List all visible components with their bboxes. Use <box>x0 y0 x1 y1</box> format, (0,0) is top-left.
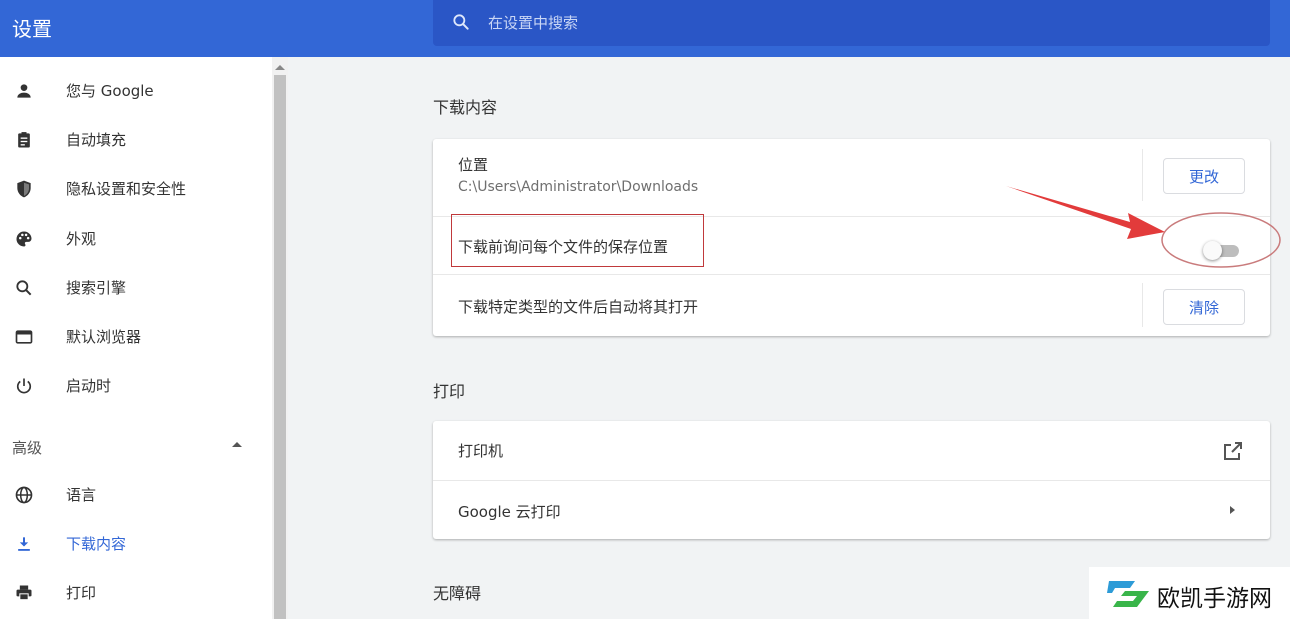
sidebar-item-label: 您与 Google <box>66 82 154 100</box>
sidebar-item-downloads[interactable]: 下载内容 <box>0 524 272 564</box>
annotation-highlight-box <box>451 214 704 267</box>
sidebar-item-label: 默认浏览器 <box>66 328 142 346</box>
divider <box>1142 149 1143 201</box>
sidebar-item-printing[interactable]: 打印 <box>0 573 272 613</box>
sidebar-item-on-startup[interactable]: 启动时 <box>0 366 272 406</box>
sidebar-item-autofill[interactable]: 自动填充 <box>0 120 272 160</box>
person-icon <box>17 84 31 98</box>
sidebar-item-languages[interactable]: 语言 <box>0 475 272 515</box>
sidebar-item-label: 启动时 <box>66 377 112 395</box>
power-icon <box>16 378 32 394</box>
sidebar-item-search-engine[interactable]: 搜索引擎 <box>0 268 272 308</box>
change-location-button[interactable]: 更改 <box>1163 158 1245 194</box>
scrollbar-thumb[interactable] <box>274 75 286 619</box>
divider <box>433 274 1270 275</box>
sidebar-item-label: 打印 <box>66 584 97 602</box>
search-icon <box>16 280 32 296</box>
sidebar-item-label: 自动填充 <box>66 131 127 149</box>
sidebar-item-default-browser[interactable]: 默认浏览器 <box>0 317 272 357</box>
accessibility-section-title: 无障碍 <box>433 584 482 603</box>
search-input[interactable]: 在设置中搜索 <box>488 12 578 33</box>
sidebar-item-label: 隐私设置和安全性 <box>66 180 187 198</box>
download-icon <box>18 537 30 551</box>
watermark-logo-icon <box>1107 581 1149 607</box>
watermark: 欧凯手游网 <box>1089 567 1290 619</box>
printer-icon <box>16 585 32 601</box>
google-cloud-print-row[interactable]: Google 云打印 <box>458 501 561 522</box>
divider <box>433 480 1270 481</box>
printing-card: 打印机 Google 云打印 <box>433 421 1270 539</box>
sidebar-item-privacy[interactable]: 隐私设置和安全性 <box>0 169 272 209</box>
sidebar-item-label: 搜索引擎 <box>66 279 127 297</box>
sidebar-scrollbar[interactable] <box>272 57 288 619</box>
chevron-right-icon[interactable] <box>1230 506 1235 514</box>
watermark-text: 欧凯手游网 <box>1157 586 1272 612</box>
sidebar: 您与 Google 自动填充 隐私设置和安全性 外观 搜索引擎 默认浏览器 启动… <box>0 57 272 619</box>
location-path: C:\Users\Administrator\Downloads <box>458 179 699 195</box>
printers-row[interactable]: 打印机 <box>458 440 503 461</box>
auto-open-label: 下载特定类型的文件后自动将其打开 <box>458 298 699 316</box>
globe-icon <box>15 486 33 504</box>
settings-header: 设置 在设置中搜索 <box>0 0 1290 57</box>
palette-icon <box>16 231 32 247</box>
divider <box>1142 283 1143 327</box>
browser-window-icon <box>15 330 33 344</box>
clear-auto-open-button[interactable]: 清除 <box>1163 289 1245 325</box>
location-label: 位置 <box>458 156 489 174</box>
sidebar-item-you-and-google[interactable]: 您与 Google <box>0 71 272 111</box>
downloads-section-title: 下载内容 <box>433 98 498 117</box>
ask-where-to-save-toggle[interactable] <box>1203 240 1243 260</box>
sidebar-item-label: 外观 <box>66 230 97 248</box>
chevron-up-icon[interactable] <box>232 442 242 447</box>
shield-icon <box>17 180 31 198</box>
clipboard-icon <box>18 132 30 148</box>
sidebar-item-label: 下载内容 <box>66 535 127 553</box>
page-title: 设置 <box>12 17 52 41</box>
printing-section-title: 打印 <box>433 382 466 401</box>
advanced-section-toggle[interactable]: 高级 <box>12 437 42 458</box>
sidebar-item-label: 语言 <box>66 486 97 504</box>
toggle-knob <box>1203 241 1222 260</box>
sidebar-item-appearance[interactable]: 外观 <box>0 219 272 259</box>
open-external-icon[interactable] <box>1221 439 1245 463</box>
search-icon <box>453 14 469 30</box>
settings-search-box[interactable]: 在设置中搜索 <box>433 0 1270 46</box>
scroll-up-arrow-icon[interactable] <box>275 65 285 70</box>
